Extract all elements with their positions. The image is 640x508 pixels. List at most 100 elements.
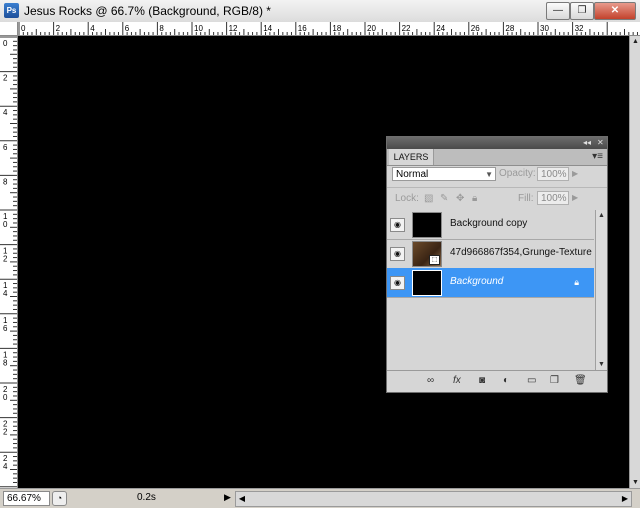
ruler-tick-label: 4 — [3, 289, 8, 298]
vertical-ruler[interactable]: 02468101214161820222426 — [0, 35, 18, 488]
blend-mode-select[interactable]: Normal ▼ — [392, 167, 496, 181]
photoshop-app-icon: Ps — [4, 3, 19, 18]
horizontal-ruler-ticks: 0 2 4 6 8 10 12 14 16 18 20 22 24 26 28 30 32 — [18, 22, 638, 35]
adjustment-icon[interactable]: ◐ — [503, 375, 509, 386]
lock-transparent-icon[interactable]: ▧ — [424, 193, 433, 204]
ruler-tick-label: 0 — [3, 39, 8, 48]
ruler-tick-label: 2 — [3, 74, 8, 83]
ruler-tick-label: 4 — [3, 108, 8, 117]
restore-icon: ❐ — [577, 5, 587, 16]
eye-icon[interactable]: ◉ — [390, 218, 405, 232]
minimize-icon: — — [553, 5, 563, 16]
ruler-tick-label: 20 — [367, 24, 376, 33]
ruler-tick-label: 6 — [3, 143, 8, 152]
ruler-tick-label: 8 — [3, 358, 8, 367]
close-panel-icon[interactable]: ✕ — [597, 137, 604, 149]
trash-icon[interactable]: 🗑︎ — [574, 375, 587, 386]
status-menu-arrow-icon[interactable]: ▶ — [224, 492, 231, 503]
layers-panel: ◂◂ ✕ LAYERS ▾≡ Normal ▼ Opacity: 100% ▶ … — [386, 136, 608, 393]
status-timing: 0.2s — [137, 492, 156, 503]
horizontal-ruler[interactable]: 0 2 4 6 8 10 12 14 16 18 20 22 24 26 28 30 32 — [0, 22, 640, 36]
scroll-up-icon[interactable]: ▲ — [630, 36, 640, 47]
layers-list-scrollbar[interactable]: ▲ ▼ — [595, 210, 607, 370]
panel-tab-row: LAYERS ▾≡ — [387, 149, 607, 166]
ruler-tick-label: 28 — [505, 24, 514, 33]
ruler-tick-label: 0 — [21, 24, 26, 33]
fx-icon[interactable]: fx — [453, 375, 461, 386]
minimize-button[interactable]: — — [546, 2, 570, 20]
ruler-tick-label: 2 — [56, 24, 61, 33]
ruler-tick-label: 10 — [194, 24, 203, 33]
blend-mode-value: Normal — [396, 169, 429, 180]
ruler-tick-label: 24 — [436, 24, 445, 33]
close-button[interactable]: ✕ — [594, 2, 636, 20]
ruler-tick-label: 6 — [125, 24, 130, 33]
ruler-tick-label: 0 — [3, 220, 8, 229]
ruler-tick-label: 16 — [298, 24, 307, 33]
layer-name: 47d966867f354,Grunge-Texture — [450, 247, 592, 258]
opacity-input[interactable]: 100% — [537, 167, 569, 181]
layer-name: Background — [450, 276, 504, 287]
ruler-tick-label: 26 — [471, 24, 480, 33]
ruler-tick-label: 4 — [3, 462, 8, 471]
ruler-tick-label: 12 — [229, 24, 238, 33]
ruler-tick-label: 6 — [3, 324, 8, 333]
ruler-tick-label: 4 — [90, 24, 95, 33]
ruler-tick-label: 30 — [540, 24, 549, 33]
link-icon[interactable]: ∞ — [427, 375, 434, 386]
tab-layers[interactable]: LAYERS — [389, 149, 434, 165]
ruler-tick-label: 14 — [263, 24, 272, 33]
ruler-tick-label: 2 — [3, 428, 8, 437]
title-bar: Ps Jesus Rocks @ 66.7% (Background, RGB/… — [0, 0, 640, 23]
panel-menu-icon[interactable]: ▾≡ — [592, 151, 603, 162]
lock-position-icon[interactable]: ✥ — [456, 193, 464, 204]
layer-row-background[interactable]: ◉ Background 🔒︎ — [387, 268, 594, 298]
fill-slider-arrow-icon[interactable]: ▶ — [572, 193, 578, 202]
ruler-tick-label: 32 — [575, 24, 584, 33]
collapse-panel-icon[interactable]: ◂◂ — [583, 137, 591, 149]
ruler-tick-label: 18 — [332, 24, 341, 33]
opacity-label: Opacity: — [499, 168, 536, 179]
maximize-button[interactable]: ❐ — [570, 2, 594, 20]
ruler-origin[interactable] — [0, 22, 18, 36]
eye-icon[interactable]: ◉ — [390, 276, 405, 290]
opacity-slider-arrow-icon[interactable]: ▶ — [572, 169, 578, 178]
lock-image-pixels-icon[interactable]: ✎ — [440, 193, 448, 204]
layer-row-background-copy[interactable]: ◉ Background copy — [387, 210, 594, 240]
horizontal-scrollbar[interactable]: ◀ ▶ — [235, 491, 632, 507]
fill-input[interactable]: 100% — [537, 191, 569, 205]
layers-panel-footer: ∞ fx ◙ ◐ ▭ ❐ 🗑︎ — [387, 370, 607, 392]
scroll-down-icon[interactable]: ▼ — [596, 361, 607, 368]
smart-object-icon: ⬚ — [429, 255, 440, 265]
scroll-down-icon[interactable]: ▼ — [630, 477, 640, 488]
ruler-tick-label: 8 — [159, 24, 164, 33]
layer-row-grunge-texture[interactable]: ◉ ⬚ 47d966867f354,Grunge-Texture — [387, 239, 594, 269]
zoom-input[interactable]: 66.67% — [3, 491, 50, 506]
document-title: Jesus Rocks @ 66.7% (Background, RGB/8) … — [24, 4, 271, 18]
lock-all-icon[interactable]: 🔒︎ — [472, 193, 477, 204]
mask-icon[interactable]: ◙ — [479, 375, 485, 386]
panel-header-bar[interactable]: ◂◂ ✕ — [387, 137, 607, 149]
eye-icon[interactable]: ◉ — [390, 247, 405, 261]
chevron-down-icon: ▼ — [485, 170, 493, 179]
scroll-right-icon[interactable]: ▶ — [619, 492, 631, 506]
clock-icon[interactable]: ◔ — [52, 491, 67, 506]
ruler-tick-label: 22 — [402, 24, 411, 33]
new-layer-icon[interactable]: ❐ — [550, 375, 559, 386]
vertical-scrollbar[interactable]: ▲ ▼ — [629, 36, 640, 488]
fill-label: Fill: — [518, 193, 534, 204]
ruler-tick-label: 8 — [3, 177, 8, 186]
layers-list: ◉ Background copy ◉ ⬚ 47d966867f354,Grun… — [387, 210, 595, 370]
lock-row: Lock: ▧ ✎ ✥ 🔒︎ Fill: 100% ▶ — [387, 187, 607, 211]
folder-icon[interactable]: ▭ — [527, 375, 536, 386]
lock-label: Lock: — [395, 193, 419, 204]
layer-thumbnail — [412, 212, 442, 238]
status-bar: 66.67% ◔ 0.2s ▶ ◀ ▶ — [0, 488, 640, 508]
scroll-left-icon[interactable]: ◀ — [236, 492, 248, 506]
close-icon: ✕ — [610, 5, 620, 16]
vertical-ruler-ticks: 02468101214161820222426 — [0, 36, 17, 488]
lock-icon: 🔒︎ — [574, 277, 579, 287]
scroll-up-icon[interactable]: ▲ — [596, 212, 607, 219]
ruler-tick-label: 0 — [3, 393, 8, 402]
ruler-tick-label: 2 — [3, 255, 8, 264]
